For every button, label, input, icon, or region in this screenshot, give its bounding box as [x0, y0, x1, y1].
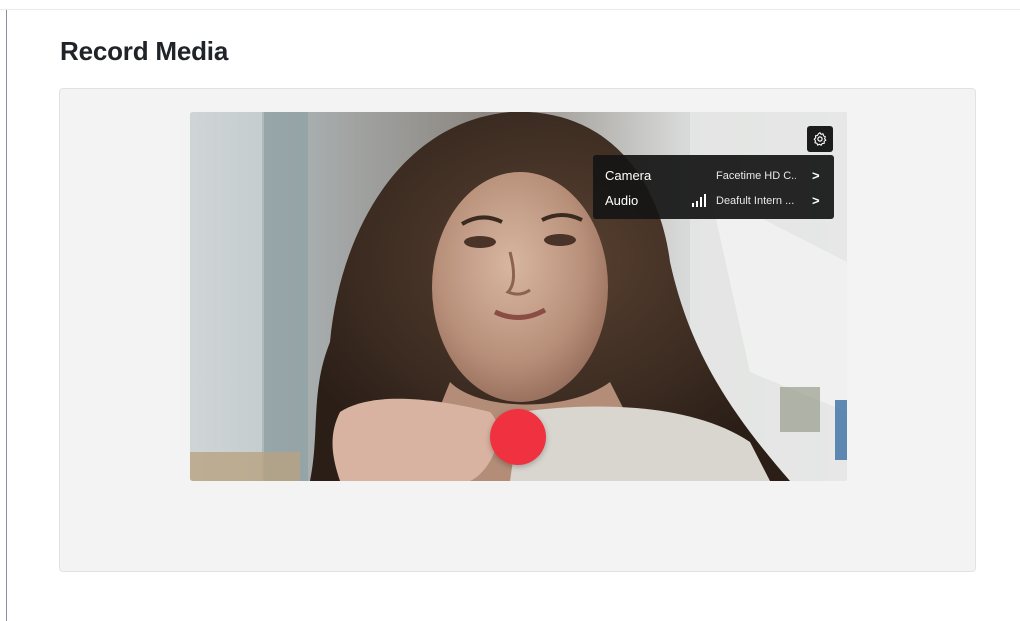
top-cutoff-text — [0, 0, 1020, 8]
top-divider — [0, 9, 1020, 10]
camera-device-value: Facetime HD C... — [716, 169, 796, 182]
menu-item-audio[interactable]: Audio Deafult Intern ... > — [593, 188, 834, 213]
chevron-right-icon: > — [812, 168, 820, 183]
menu-item-camera[interactable]: Camera Facetime HD C... > — [593, 163, 834, 188]
page-title: Record Media — [60, 36, 229, 66]
device-settings-menu: Camera Facetime HD C... > Audio Deafult … — [593, 155, 834, 219]
left-divider — [6, 10, 7, 621]
chevron-right-icon: > — [812, 193, 820, 208]
audio-device-value: Deafult Intern ... — [716, 194, 795, 207]
menu-item-label: Camera — [605, 168, 652, 183]
gear-icon — [813, 132, 827, 146]
menu-item-label: Audio — [605, 193, 639, 208]
audio-level-icon — [692, 194, 706, 207]
page: Record Media Camera Facetime HD C... > A… — [0, 0, 1020, 621]
video-preview: Camera Facetime HD C... > Audio Deafult … — [190, 112, 847, 481]
settings-button[interactable] — [807, 126, 833, 152]
record-button[interactable] — [490, 409, 546, 465]
